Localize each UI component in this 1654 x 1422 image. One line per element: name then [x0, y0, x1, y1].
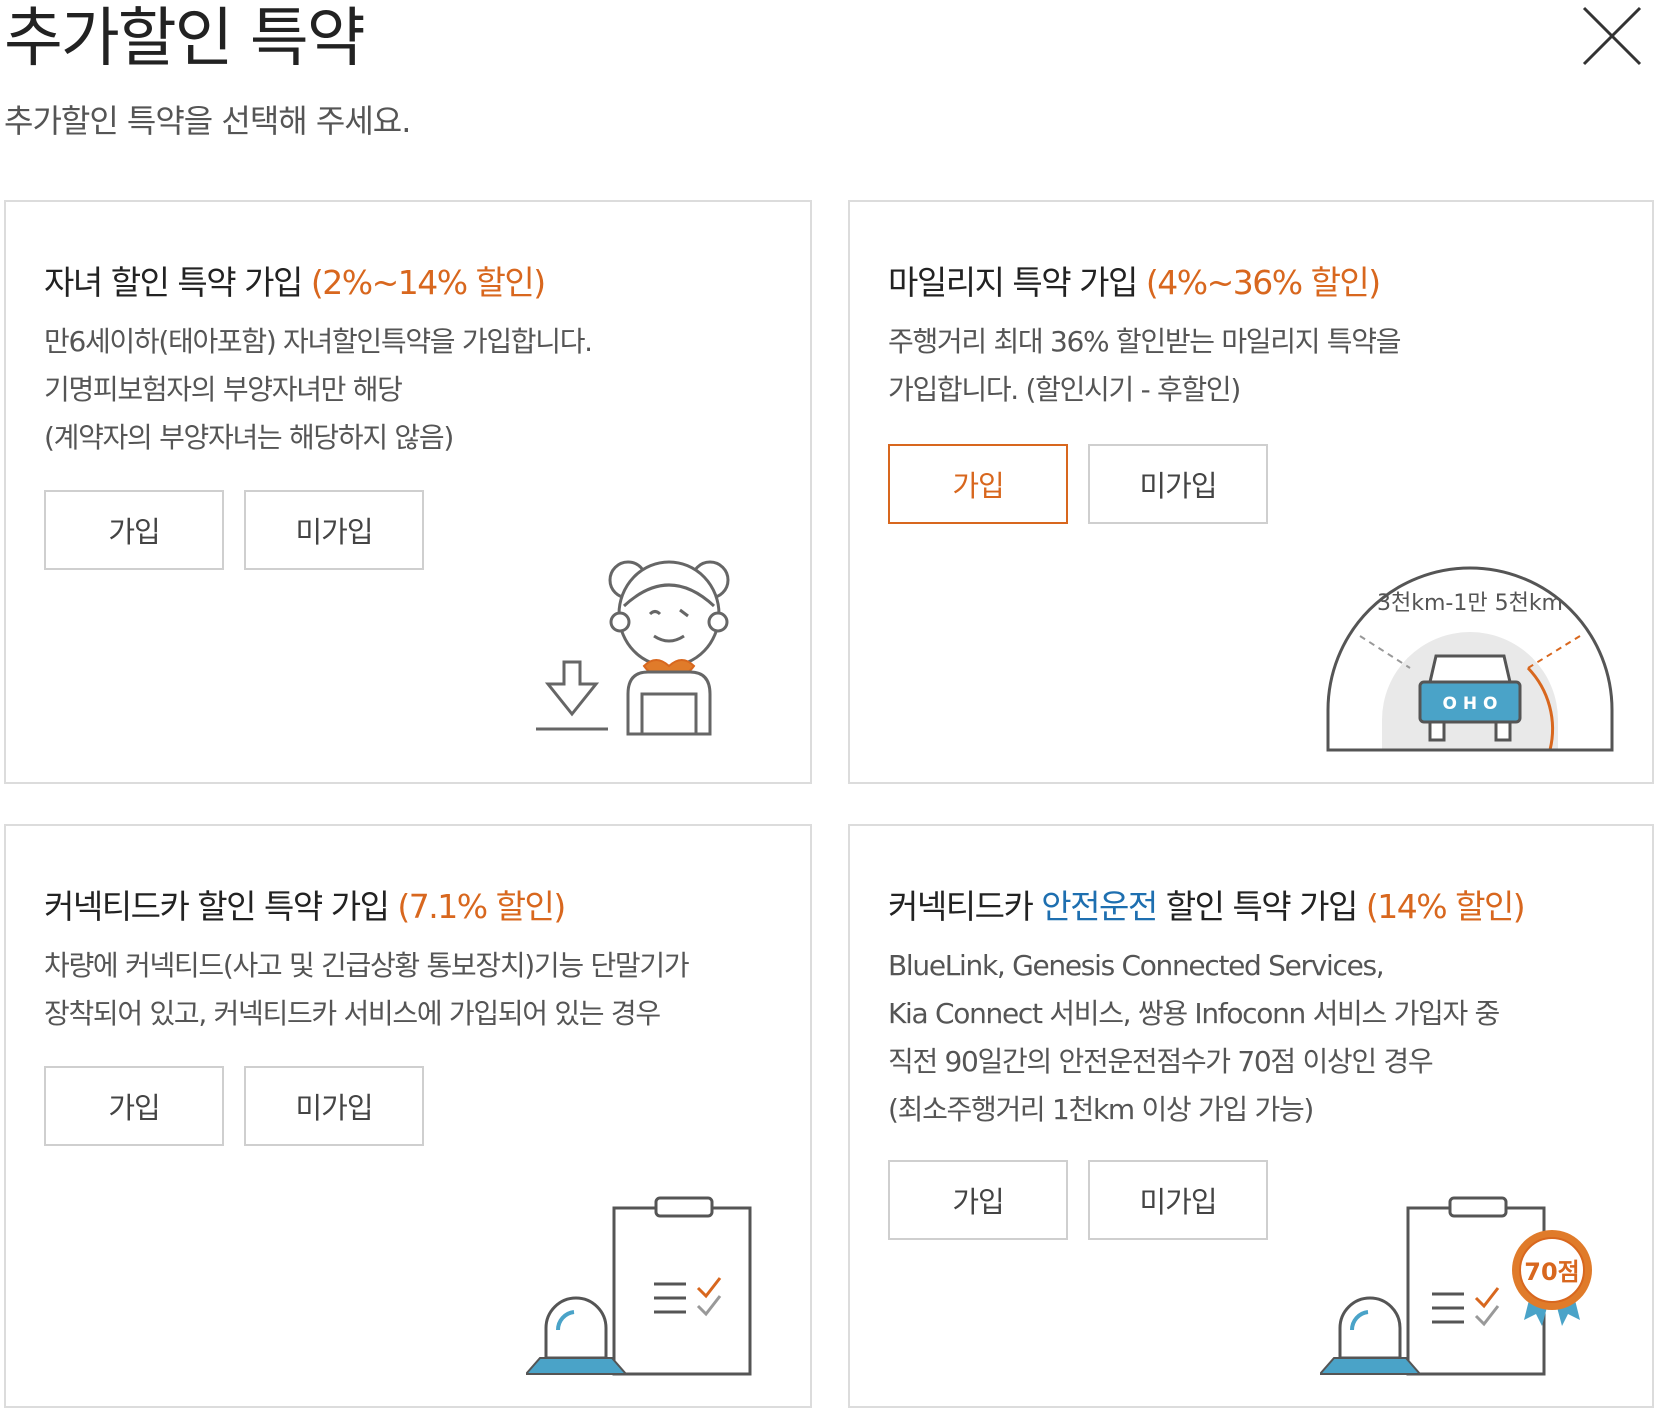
- card-title: 마일리지 특약 가입 (4%~36% 할인): [888, 256, 1381, 304]
- safe-driving-score-illustration: 70점: [1320, 1196, 1592, 1376]
- safe-driving-highlight: 안전운전: [1041, 887, 1158, 926]
- safe-driving-card: 커넥티드카 안전운전 할인 특약 가입 (14% 할인) BlueLink, G…: [848, 824, 1654, 1408]
- score-badge: 70점: [1524, 1258, 1579, 1286]
- card-title-text: 커넥티드카 할인 특약 가입: [44, 887, 398, 926]
- decline-button[interactable]: 미가입: [1088, 444, 1268, 524]
- card-title-text: 자녀 할인 특약 가입: [44, 263, 311, 302]
- card-title: 커넥티드카 할인 특약 가입 (7.1% 할인): [44, 880, 566, 928]
- card-title: 자녀 할인 특약 가입 (2%~14% 할인): [44, 256, 546, 304]
- description-line: 직전 90일간의 안전운전점수가 70점 이상인 경우: [888, 1045, 1434, 1078]
- description-line: 가입합니다. (할인시기 - 후할인): [888, 373, 1241, 406]
- discount-rate: (4%~36% 할인): [1145, 263, 1381, 302]
- card-title-text: 마일리지 특약 가입: [888, 263, 1146, 302]
- join-button[interactable]: 가입: [888, 444, 1068, 524]
- decline-button[interactable]: 미가입: [1088, 1160, 1268, 1240]
- join-button[interactable]: 가입: [44, 1066, 224, 1146]
- description-line: 주행거리 최대 36% 할인받는 마일리지 특약을: [888, 325, 1401, 358]
- child-illustration: [536, 560, 730, 736]
- car-plate: O H O: [1443, 694, 1498, 714]
- card-description: 차량에 커넥티드(사고 및 긴급상황 통보장치)기능 단말기가 장착되어 있고,…: [44, 942, 690, 1038]
- card-description: 주행거리 최대 36% 할인받는 마일리지 특약을 가입합니다. (할인시기 -…: [888, 318, 1401, 414]
- clipboard-illustration: [526, 1196, 752, 1376]
- description-line: 기명피보험자의 부양자녀만 해당: [44, 373, 403, 406]
- mileage-card: 마일리지 특약 가입 (4%~36% 할인) 주행거리 최대 36% 할인받는 …: [848, 200, 1654, 784]
- discount-rate: (14% 할인): [1365, 887, 1526, 926]
- discount-rate: (7.1% 할인): [397, 887, 566, 926]
- join-button[interactable]: 가입: [44, 490, 224, 570]
- card-title-text: 할인 특약 가입: [1156, 887, 1366, 926]
- decline-button[interactable]: 미가입: [244, 490, 424, 570]
- card-title-text: 커넥티드카: [888, 887, 1042, 926]
- gauge-label: 3천km-1만 5천km: [1377, 591, 1563, 616]
- description-line: (계약자의 부양자녀는 해당하지 않음): [44, 421, 454, 454]
- decline-button[interactable]: 미가입: [244, 1066, 424, 1146]
- join-button[interactable]: 가입: [888, 1160, 1068, 1240]
- description-line: (최소주행거리 1천km 이상 가입 가능): [888, 1093, 1314, 1126]
- card-description: 만6세이하(태아포함) 자녀할인특약을 가입합니다. 기명피보험자의 부양자녀만…: [44, 318, 593, 462]
- close-icon[interactable]: [1580, 4, 1644, 68]
- connected-car-card: 커넥티드카 할인 특약 가입 (7.1% 할인) 차량에 커넥티드(사고 및 긴…: [4, 824, 812, 1408]
- description-line: 만6세이하(태아포함) 자녀할인특약을 가입합니다.: [44, 325, 593, 358]
- card-title: 커넥티드카 안전운전 할인 특약 가입 (14% 할인): [888, 880, 1526, 928]
- child-discount-card: 자녀 할인 특약 가입 (2%~14% 할인) 만6세이하(태아포함) 자녀할인…: [4, 200, 812, 784]
- description-line: 차량에 커넥티드(사고 및 긴급상황 통보장치)기능 단말기가: [44, 949, 690, 982]
- description-line: 장착되어 있고, 커넥티드카 서비스에 가입되어 있는 경우: [44, 997, 661, 1030]
- description-line: Kia Connect 서비스, 쌍용 Infoconn 서비스 가입자 중: [888, 997, 1500, 1030]
- discount-rate: (2%~14% 할인): [310, 263, 546, 302]
- description-line: BlueLink, Genesis Connected Services,: [888, 949, 1385, 982]
- card-description: BlueLink, Genesis Connected Services, Ki…: [888, 942, 1500, 1134]
- page-subtitle: 추가할인 특약을 선택해 주세요.: [4, 102, 411, 140]
- mileage-gauge-illustration: 3천km-1만 5천km O H O: [1326, 566, 1614, 752]
- page-title: 추가할인 특약: [4, 2, 366, 76]
